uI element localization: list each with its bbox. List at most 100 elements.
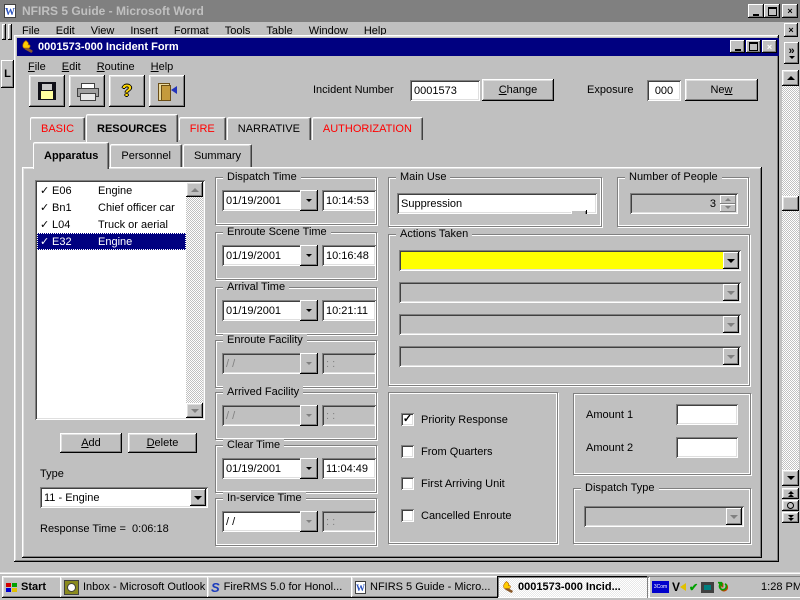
dialog-minimize-button[interactable] [730,40,745,53]
number-of-people-field[interactable]: 3 [630,193,738,214]
arrival-date-field[interactable]: 01/19/2001 [222,300,302,321]
checkbox-label: First Arriving Unit [421,478,505,490]
incident-number-field[interactable]: 0001573 [410,80,480,101]
taskbar-button-word[interactable]: W NFIRS 5 Guide - Micro... [351,576,501,598]
dropdown-button[interactable] [571,210,587,214]
amount1-field[interactable] [676,404,738,425]
check-icon: ✓ [40,201,52,214]
arrow-down-icon [727,259,735,263]
list-item[interactable]: ✓E06Engine [37,182,186,199]
document-close-button[interactable]: × [784,23,798,37]
dialog-close-button[interactable]: × [762,40,777,53]
in-service-date-field[interactable]: / / [222,511,302,532]
first-arriving-unit-row[interactable]: First Arriving Unit [401,477,505,490]
priority-response-row[interactable]: ✓ Priority Response [401,413,508,426]
word-minimize-button[interactable] [748,4,764,18]
checkbox-label: From Quarters [421,446,493,458]
date-dropdown-button[interactable] [300,458,318,479]
save-button[interactable] [29,75,65,107]
word-close-button[interactable]: × [782,4,798,18]
spin-down-button[interactable] [720,204,736,213]
start-button[interactable]: Start [2,576,64,598]
ruler-tab-selector[interactable]: L [1,60,14,88]
menu-help[interactable]: Help [143,61,182,73]
amount1-label: Amount 1 [586,409,633,421]
list-item[interactable]: ✓Bn1Chief officer car [37,199,186,216]
tab-narrative[interactable]: NARRATIVE [227,117,311,140]
word-restore-button[interactable] [764,4,780,18]
dropdown-button[interactable] [190,489,206,506]
menu-edit[interactable]: Edit [54,61,89,73]
list-scrollbar-track[interactable] [186,182,203,418]
select-browse-object-button[interactable] [782,500,799,511]
sync-icon[interactable]: ↻ [717,579,728,595]
arrow-down-icon [194,496,202,500]
tab-resources[interactable]: RESOURCES [86,114,178,142]
tab-apparatus[interactable]: Apparatus [33,142,109,169]
word-statusbar [0,562,782,572]
new-button[interactable]: New [685,79,758,101]
volume-icon[interactable]: V [672,580,686,594]
word-vscrollbar-thumb[interactable] [782,196,799,211]
from-quarters-row[interactable]: From Quarters [401,445,493,458]
change-button[interactable]: Change [482,79,554,101]
dispatch-time-field[interactable]: 10:14:53 [322,190,376,211]
exit-button[interactable] [149,75,185,107]
date-dropdown-button[interactable] [300,300,318,321]
print-button[interactable] [69,75,105,107]
toolbar-more-chevron-button[interactable]: » [784,42,799,64]
tab-basic[interactable]: BASIC [30,117,85,140]
add-button[interactable]: Add [60,433,122,453]
delete-button[interactable]: Delete [128,433,197,453]
list-item[interactable]: ✓L04Truck or aerial [37,216,186,233]
from-quarters-checkbox[interactable] [401,445,414,458]
sub-tabs: Apparatus Personnel Summary [33,142,253,167]
taskbar-button-incident-form[interactable]: 0001573-000 Incid... [497,576,650,598]
first-arriving-unit-checkbox[interactable] [401,477,414,490]
clear-time-field[interactable]: 11:04:49 [322,458,376,479]
enroute-time-field[interactable]: 10:16:48 [322,245,376,266]
exposure-field[interactable]: 000 [647,80,681,101]
3com-icon[interactable]: 3Com [652,581,669,593]
date-dropdown-button[interactable] [300,511,318,532]
arrival-time-field[interactable]: 10:21:11 [322,300,376,321]
date-dropdown-button[interactable] [300,245,318,266]
type-combobox[interactable]: 11 - Engine [40,487,208,508]
menu-file[interactable]: File [20,61,54,73]
dispatch-date-field[interactable]: 01/19/2001 [222,190,302,211]
taskbar-button-firerms[interactable]: S FireRMS 5.0 for Honol... [207,576,355,598]
dropdown-button[interactable] [723,252,739,269]
priority-response-checkbox[interactable]: ✓ [401,413,414,426]
browse-previous-button[interactable] [782,488,799,499]
dialog-titlebar[interactable]: 0001573-000 Incident Form × [17,38,779,56]
cancelled-enroute-checkbox[interactable] [401,509,414,522]
enroute-date-field[interactable]: 01/19/2001 [222,245,302,266]
arrow-up-icon [787,76,795,80]
display-icon[interactable] [701,582,714,593]
list-item-selected[interactable]: ✓E32Engine [37,233,186,250]
main-use-combobox[interactable]: Suppression [397,193,597,214]
tab-personnel[interactable]: Personnel [110,144,182,167]
date-dropdown-button[interactable] [300,190,318,211]
number-of-people-spinner[interactable] [720,195,736,212]
screen: W NFIRS 5 Guide - Microsoft Word × File … [0,0,800,600]
help-button[interactable]: ? [109,75,145,107]
tab-authorization[interactable]: AUTHORIZATION [312,117,423,140]
cancelled-enroute-row[interactable]: Cancelled Enroute [401,509,512,522]
menu-routine[interactable]: Routine [89,61,143,73]
spin-up-button[interactable] [720,195,736,204]
help-icon: ? [122,81,132,101]
scroll-up-button[interactable] [782,70,799,86]
scroll-down-button[interactable] [782,470,799,486]
virusscan-icon[interactable]: ✔ [689,581,698,594]
amount2-field[interactable] [676,437,738,458]
dialog-maximize-button[interactable] [746,40,761,53]
action-taken-combobox-1[interactable] [399,250,741,271]
tab-fire[interactable]: FIRE [179,117,226,140]
clear-date-field[interactable]: 01/19/2001 [222,458,302,479]
browse-next-button[interactable] [782,512,799,523]
taskbar-button-outlook[interactable]: Inbox - Microsoft Outlook [60,576,211,598]
restore-icon [768,7,777,16]
tab-summary[interactable]: Summary [183,144,252,167]
word-vscrollbar-track[interactable] [782,70,799,486]
